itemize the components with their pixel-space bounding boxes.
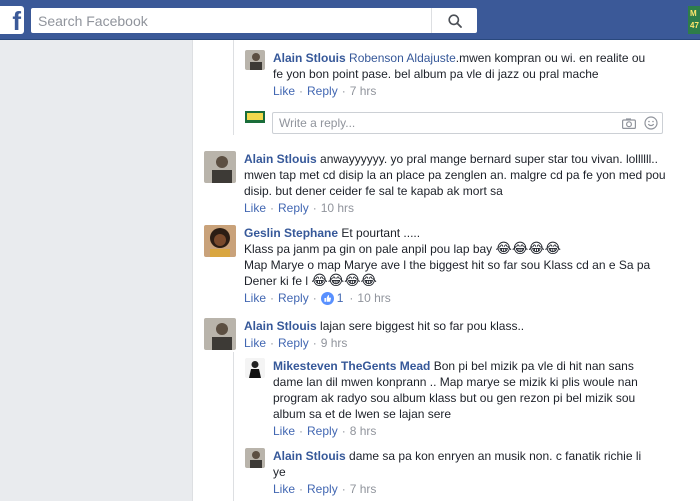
comment-author[interactable]: Mikesteven TheGents Mead: [273, 359, 430, 373]
user-avatar-icon: [204, 318, 236, 350]
timestamp[interactable]: 10 hrs: [357, 290, 390, 306]
comment-text: Et pourtant .....: [341, 226, 421, 240]
timestamp[interactable]: 7 hrs: [350, 481, 377, 497]
facebook-logo-icon[interactable]: f: [0, 6, 24, 34]
laughing-emoji-icon: 😂😂😂😂: [495, 241, 561, 257]
separator: ·: [341, 424, 346, 438]
comment-actions: Like · Reply · 8 hrs: [273, 423, 657, 439]
reply-link[interactable]: Reply: [307, 83, 338, 99]
avatar[interactable]: [204, 318, 236, 350]
comment-author[interactable]: Alain Stlouis: [244, 319, 317, 333]
search-input[interactable]: [31, 9, 431, 32]
comment-author[interactable]: Geslin Stephane: [244, 226, 338, 240]
like-link[interactable]: Like: [244, 335, 266, 351]
reply-comment: Mikesteven TheGents Mead Bon pi bel mizi…: [245, 358, 665, 439]
reply-link[interactable]: Reply: [278, 290, 309, 306]
reply-input[interactable]: [273, 113, 618, 133]
reaction-count-value: 1: [336, 291, 344, 305]
emoji-icon[interactable]: [640, 113, 662, 133]
reaction-count[interactable]: 1: [320, 290, 344, 306]
reply-link[interactable]: Reply: [307, 481, 338, 497]
user-avatar-icon: [245, 111, 265, 131]
avatar[interactable]: [204, 151, 236, 183]
timestamp[interactable]: 8 hrs: [350, 423, 377, 439]
separator: ·: [341, 84, 346, 98]
like-link[interactable]: Like: [273, 83, 295, 99]
separator: ·: [349, 291, 354, 305]
thumbs-up-icon: [320, 291, 334, 305]
reply-link[interactable]: Reply: [278, 335, 309, 351]
mention-link[interactable]: Robenson Aldajuste: [349, 51, 456, 65]
user-avatar-icon: [245, 358, 265, 378]
shortcut-avatar[interactable]: M 47: [688, 6, 700, 34]
separator: ·: [270, 201, 275, 215]
separator: ·: [270, 291, 275, 305]
timestamp[interactable]: 10 hrs: [321, 200, 354, 216]
comment-actions: Like · Reply · 9 hrs: [244, 335, 666, 351]
separator: ·: [299, 424, 304, 438]
thread-line: [233, 352, 234, 501]
reply-link[interactable]: Reply: [278, 200, 309, 216]
user-avatar-icon: [204, 225, 236, 257]
comment-actions: Like · Reply · 1 · 10 hrs: [244, 290, 666, 306]
timestamp[interactable]: 9 hrs: [321, 335, 348, 351]
separator: ·: [299, 482, 304, 496]
comment-text: lajan sere biggest hit so far pou klass.…: [320, 319, 525, 333]
comment-actions: Like · Reply · 7 hrs: [273, 83, 657, 99]
comment-author[interactable]: Alain Stlouis: [244, 152, 317, 166]
comment-text: Map Marye o map Marye ave l the biggest …: [244, 258, 651, 288]
search-button[interactable]: [431, 8, 477, 33]
separator: ·: [312, 336, 317, 350]
user-avatar-icon: [245, 448, 265, 468]
timestamp[interactable]: 7 hrs: [350, 83, 377, 99]
user-avatar-icon: [204, 151, 236, 183]
reply-box: [272, 112, 663, 134]
comment-author[interactable]: Alain Stlouis: [273, 449, 346, 463]
camera-icon[interactable]: [618, 113, 640, 133]
comment-actions: Like · Reply · 10 hrs: [244, 200, 666, 216]
like-link[interactable]: Like: [273, 423, 295, 439]
laughing-emoji-icon: 😂😂😂😂: [311, 273, 377, 289]
search-icon: [447, 13, 462, 28]
comment: Alain Stlouis lajan sere biggest hit so …: [204, 318, 674, 351]
comment: Geslin Stephane Et pourtant ..... Klass …: [204, 225, 674, 306]
reply-link[interactable]: Reply: [307, 423, 338, 439]
reply-comment: Alain Stlouis dame sa pa kon enryen an m…: [245, 448, 665, 497]
reply-comment: Alain Stlouis Robenson Aldajuste.mwen ko…: [245, 50, 665, 99]
comment-author[interactable]: Alain Stlouis: [273, 51, 346, 65]
comment: Alain Stlouis anwayyyyyy. yo pral mange …: [204, 151, 674, 216]
search-bar: [31, 8, 477, 33]
separator: ·: [299, 84, 304, 98]
separator: ·: [312, 201, 317, 215]
separator: ·: [270, 336, 275, 350]
comment-actions: Like · Reply · 7 hrs: [273, 481, 657, 497]
current-user-avatar: [245, 111, 265, 131]
avatar[interactable]: [245, 358, 265, 378]
separator: ·: [341, 482, 346, 496]
thread-line: [233, 40, 234, 135]
comment-text: Klass pa janm pa gin on pale anpil pou l…: [244, 242, 493, 256]
like-link[interactable]: Like: [244, 290, 266, 306]
like-link[interactable]: Like: [244, 200, 266, 216]
top-bar: f M 47: [0, 0, 700, 40]
avatar[interactable]: [245, 50, 265, 70]
avatar[interactable]: [245, 448, 265, 468]
avatar[interactable]: [204, 225, 236, 257]
user-avatar-icon: [245, 50, 265, 70]
separator: ·: [312, 291, 317, 305]
like-link[interactable]: Like: [273, 481, 295, 497]
